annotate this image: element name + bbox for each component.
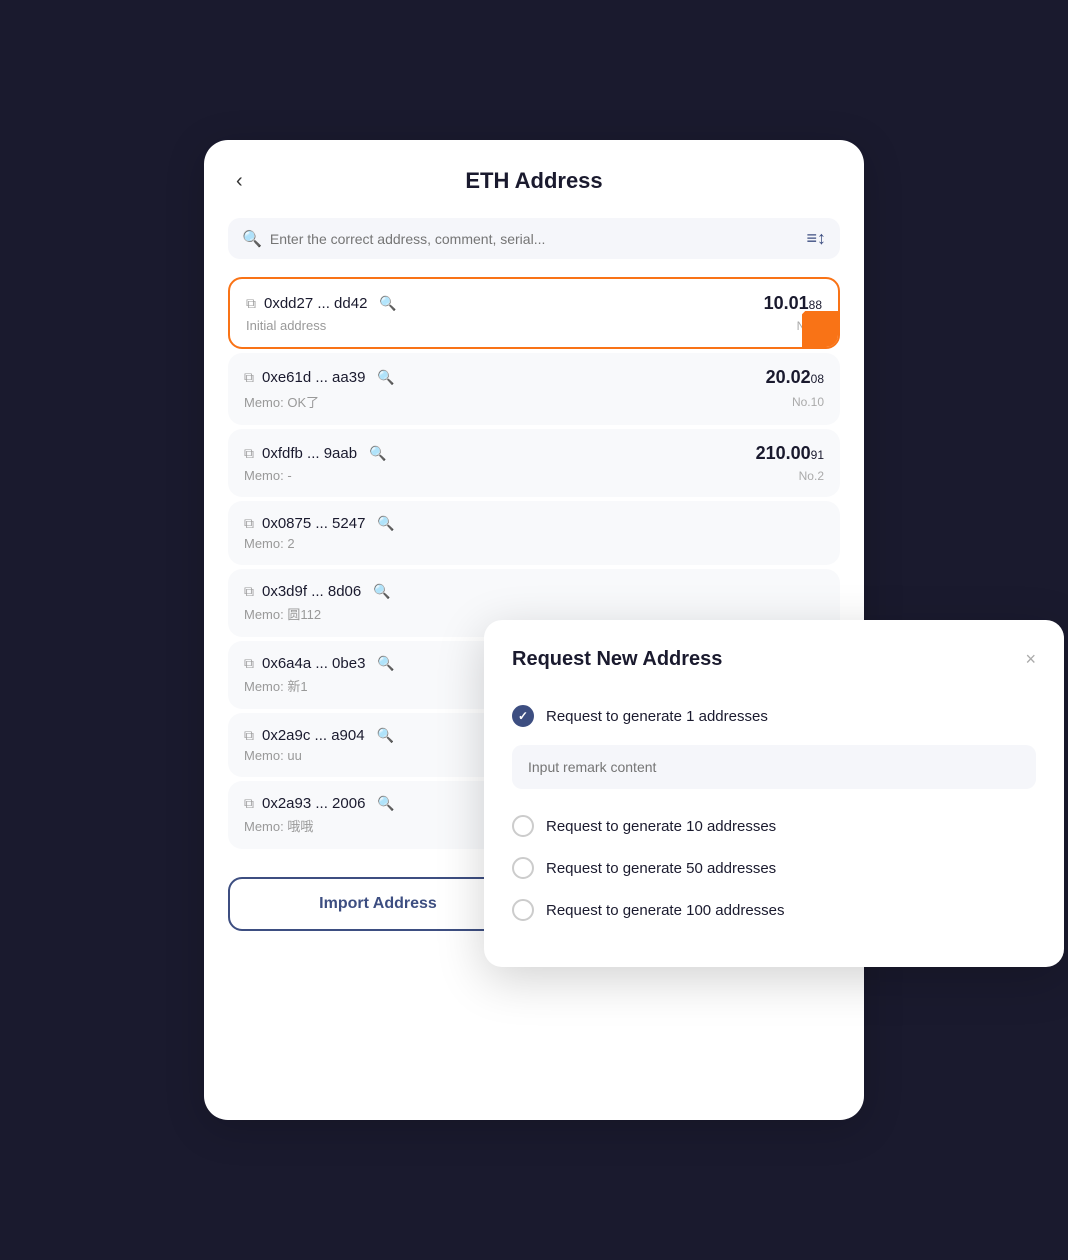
address-item-top: ⧉ 0xe61d ... aa39 🔍 20.02 08 (244, 367, 824, 388)
address-item[interactable]: ⧉ 0xe61d ... aa39 🔍 20.02 08 Memo: OK了 N… (228, 353, 840, 425)
header: ‹ ETH Address (228, 168, 840, 194)
search-address-icon[interactable]: 🔍 (377, 369, 394, 386)
address-item-bottom: Memo: 2 (244, 536, 824, 551)
filter-icon: ≡↕ (806, 228, 826, 249)
copy-icon: ⧉ (244, 369, 254, 386)
radio-option[interactable]: Request to generate 100 addresses (512, 889, 1036, 931)
search-address-icon[interactable]: 🔍 (377, 795, 394, 812)
address-item[interactable]: ⧉ 0x0875 ... 5247 🔍 Memo: 2 (228, 501, 840, 565)
address-left: ⧉ 0x6a4a ... 0be3 🔍 (244, 655, 395, 672)
address-left: ⧉ 0x2a93 ... 2006 🔍 (244, 795, 395, 812)
active-corner-indicator (802, 311, 838, 347)
filter-button[interactable]: ≡↕ (806, 228, 826, 249)
radio-option[interactable]: Request to generate 50 addresses (512, 847, 1036, 889)
copy-icon: ⧉ (244, 655, 254, 672)
radio-circle (512, 899, 534, 921)
memo-text: Memo: OK了 (244, 392, 319, 411)
search-icon: 🔍 (242, 229, 262, 249)
modal-options: Request to generate 1 addresses Request … (512, 695, 1036, 931)
copy-icon: ⧉ (244, 445, 254, 462)
search-address-icon[interactable]: 🔍 (377, 515, 394, 532)
amount-wrap: 210.00 91 (756, 443, 824, 464)
no-badge: No.2 (799, 469, 824, 483)
address-left: ⧉ 0xe61d ... aa39 🔍 (244, 369, 395, 386)
search-address-icon[interactable]: 🔍 (379, 295, 396, 312)
radio-circle (512, 705, 534, 727)
amount-main: 20.02 (766, 367, 811, 388)
search-input[interactable] (270, 231, 799, 247)
search-address-icon[interactable]: 🔍 (377, 727, 394, 744)
radio-option[interactable]: Request to generate 1 addresses (512, 695, 1036, 737)
copy-icon: ⧉ (244, 795, 254, 812)
search-address-icon[interactable]: 🔍 (377, 655, 394, 672)
address-item-top: ⧉ 0x3d9f ... 8d06 🔍 (244, 583, 824, 600)
memo-text: Memo: 哦哦 (244, 816, 313, 835)
memo-text: Memo: 圆112 (244, 604, 321, 623)
amount-small: 88 (809, 298, 822, 312)
address-text: 0x0875 ... 5247 (262, 515, 365, 532)
copy-icon: ⧉ (244, 583, 254, 600)
address-text: 0xdd27 ... dd42 (264, 295, 367, 312)
address-text: 0xfdfb ... 9aab (262, 445, 357, 462)
copy-icon: ⧉ (244, 727, 254, 744)
address-text: 0x2a9c ... a904 (262, 727, 365, 744)
address-item-bottom: Memo: OK了 No.10 (244, 392, 824, 411)
address-item-bottom: Memo: - No.2 (244, 468, 824, 483)
amount-small: 91 (811, 448, 824, 462)
memo-text: Memo: 新1 (244, 676, 308, 695)
address-left: ⧉ 0x2a9c ... a904 🔍 (244, 727, 394, 744)
address-item-top: ⧉ 0xfdfb ... 9aab 🔍 210.00 91 (244, 443, 824, 464)
memo-text: Memo: uu (244, 748, 302, 763)
remark-input[interactable] (512, 745, 1036, 789)
radio-label: Request to generate 100 addresses (546, 902, 785, 919)
memo-text: Memo: 2 (244, 536, 295, 551)
address-text: 0xe61d ... aa39 (262, 369, 365, 386)
radio-circle (512, 857, 534, 879)
radio-label: Request to generate 1 addresses (546, 708, 768, 725)
search-address-icon[interactable]: 🔍 (373, 583, 390, 600)
main-card: ‹ ETH Address 🔍 ≡↕ ⧉ 0xdd27 ... dd42 🔍 1… (204, 140, 864, 1120)
address-left: ⧉ 0xfdfb ... 9aab 🔍 (244, 445, 387, 462)
address-left: ⧉ 0x0875 ... 5247 🔍 (244, 515, 395, 532)
address-item-top: ⧉ 0xdd27 ... dd42 🔍 10.01 88 (246, 293, 822, 314)
address-text: 0x2a93 ... 2006 (262, 795, 365, 812)
memo-text: Initial address (246, 318, 326, 333)
search-address-icon[interactable]: 🔍 (369, 445, 386, 462)
search-bar: 🔍 ≡↕ (228, 218, 840, 259)
request-address-modal: Request New Address × Request to generat… (484, 620, 1064, 967)
address-left: ⧉ 0x3d9f ... 8d06 🔍 (244, 583, 391, 600)
radio-label: Request to generate 10 addresses (546, 818, 776, 835)
radio-option[interactable]: Request to generate 10 addresses (512, 805, 1036, 847)
memo-text: Memo: - (244, 468, 292, 483)
address-left: ⧉ 0xdd27 ... dd42 🔍 (246, 295, 397, 312)
amount-small: 08 (811, 372, 824, 386)
radio-circle (512, 815, 534, 837)
address-item[interactable]: ⧉ 0xfdfb ... 9aab 🔍 210.00 91 Memo: - No… (228, 429, 840, 497)
address-item-top: ⧉ 0x0875 ... 5247 🔍 (244, 515, 824, 532)
address-item-bottom: Initial address No.0 (246, 318, 822, 333)
amount-wrap: 20.02 08 (766, 367, 824, 388)
modal-header: Request New Address × (512, 648, 1036, 671)
radio-label: Request to generate 50 addresses (546, 860, 776, 877)
no-badge: No.10 (792, 395, 824, 409)
page-title: ETH Address (465, 168, 602, 194)
address-item[interactable]: ⧉ 0xdd27 ... dd42 🔍 10.01 88 Initial add… (228, 277, 840, 349)
address-text: 0x3d9f ... 8d06 (262, 583, 361, 600)
copy-icon: ⧉ (246, 295, 256, 312)
address-text: 0x6a4a ... 0be3 (262, 655, 365, 672)
import-address-button[interactable]: Import Address (228, 877, 528, 931)
back-button[interactable]: ‹ (228, 166, 251, 197)
copy-icon: ⧉ (244, 515, 254, 532)
modal-title: Request New Address (512, 648, 722, 671)
amount-main: 210.00 (756, 443, 811, 464)
modal-close-button[interactable]: × (1025, 649, 1036, 670)
